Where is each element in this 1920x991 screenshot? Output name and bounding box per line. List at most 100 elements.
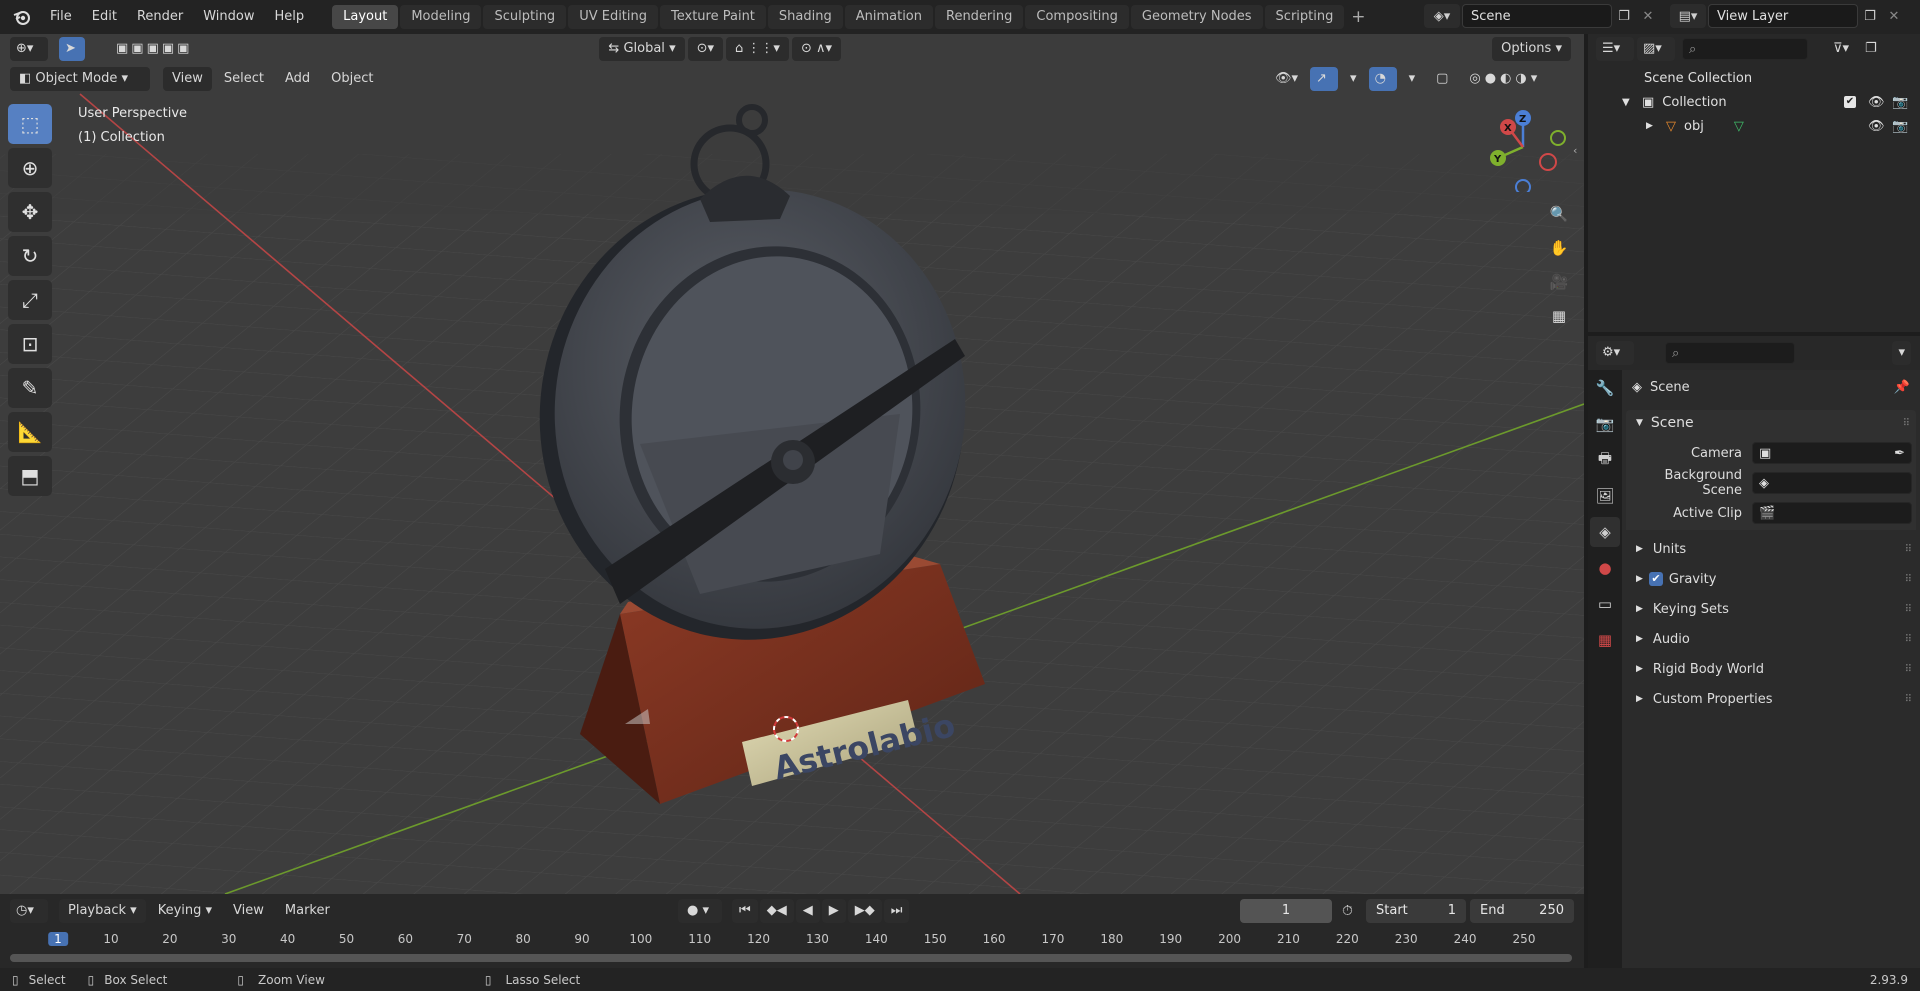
frame-ruler[interactable]: 1 10 20 30 40 50 60 70 80 90 100 110 120 130 140 150 160… [0,928,1584,952]
menu-timeline-view[interactable]: View [224,899,273,923]
menu-playback[interactable]: Playback ▾ [59,899,146,923]
obj-render-camera-icon[interactable]: 📷 [1892,119,1908,134]
background-scene-field[interactable]: ◈ [1752,472,1912,494]
outliner-row-obj[interactable]: ▶ ▽ obj ▽ 👁 📷 [1588,114,1920,138]
new-view-layer-icon[interactable]: ❐ [1858,4,1882,28]
world-tab-icon[interactable]: ● [1590,553,1620,583]
gizmo-dropdown-icon[interactable]: ▾ [1341,67,1366,91]
output-tab-icon[interactable]: 🖶 [1590,445,1620,475]
measure-tool-icon[interactable]: 📐 [8,412,52,452]
overlays-dropdown-icon[interactable]: ▾ [1400,67,1425,91]
menu-view[interactable]: View [163,67,212,91]
select-mode-icon[interactable]: ➤ [59,37,85,61]
menu-window[interactable]: Window [193,0,264,34]
expand-arrow-icon[interactable]: ▶ [1646,121,1660,131]
add-workspace-button[interactable]: + [1346,5,1370,29]
timeline-editor-type-icon[interactable]: ◷▾ [10,899,48,923]
menu-render[interactable]: Render [127,0,193,34]
texture-tab-icon[interactable]: ▦ [1590,625,1620,655]
custom-properties-drag-handle-icon[interactable]: ⠿ [1905,694,1912,705]
scene-name-field[interactable]: Scene [1462,4,1612,28]
transform-tool-icon[interactable]: ⊡ [8,324,52,364]
tab-compositing[interactable]: Compositing [1025,5,1129,29]
units-panel-header[interactable]: ▶ Units ⠿ [1622,536,1920,562]
eyedropper-icon[interactable]: ✒ [1894,446,1905,461]
cursor-tool-icon[interactable]: ⊕ [8,148,52,188]
move-tool-icon[interactable]: ✥ [8,192,52,232]
editor-type-icon[interactable]: ⊕▾ [10,37,48,61]
custom-properties-panel-header[interactable]: ▶ Custom Properties ⠿ [1622,686,1920,712]
pin-icon[interactable]: 📌 [1894,380,1910,395]
menu-file[interactable]: File [40,0,82,34]
menu-select[interactable]: Select [215,67,273,91]
end-frame-field[interactable]: End 250 [1470,899,1574,923]
obj-hide-eye-icon[interactable]: 👁 [1868,119,1885,134]
view-layer-name-field[interactable]: View Layer [1708,4,1858,28]
jump-start-icon[interactable]: ⏮ [732,899,758,923]
perspective-toggle-icon[interactable]: ▦ [1545,302,1573,330]
tab-modeling[interactable]: Modeling [400,5,482,29]
exclude-checkbox[interactable]: ✔ [1844,96,1856,108]
snap-icon[interactable]: ⌂ ⋮⋮▾ [726,37,789,61]
audio-panel-header[interactable]: ▶ Audio ⠿ [1622,626,1920,652]
camera-field[interactable]: ▣ ✒ [1752,442,1912,464]
rotate-tool-icon[interactable]: ↻ [8,236,52,276]
tab-sculpting[interactable]: Sculpting [483,5,567,29]
menu-keying[interactable]: Keying ▾ [149,899,221,923]
auto-keying-icon[interactable]: ● ▾ [678,899,722,923]
next-keyframe-icon[interactable]: ▶◆ [847,899,882,923]
menu-object[interactable]: Object [322,67,382,91]
mesh-data-icon[interactable]: ▽ [1734,119,1744,134]
navigation-gizmo[interactable]: Z Y X [1478,102,1568,192]
start-frame-field[interactable]: Start 1 [1366,899,1466,923]
tab-uv-editing[interactable]: UV Editing [568,5,659,29]
camera-view-icon[interactable]: 🎥 [1545,268,1573,296]
collapse-arrow-icon[interactable]: ▼ [1622,97,1638,108]
gravity-panel-header[interactable]: ▶ ✔ Gravity ⠿ [1622,566,1920,592]
tab-geometry-nodes[interactable]: Geometry Nodes [1130,5,1263,29]
units-drag-handle-icon[interactable]: ⠿ [1905,544,1912,555]
new-scene-icon[interactable]: ❐ [1612,4,1636,28]
menu-marker[interactable]: Marker [276,899,339,923]
rigid-body-drag-handle-icon[interactable]: ⠿ [1905,664,1912,675]
outliner-row-collection[interactable]: ▼ ▣ Collection ✔ 👁 📷 [1588,90,1920,114]
collection-tab-icon[interactable]: ▭ [1590,589,1620,619]
blender-logo-icon[interactable] [10,5,34,29]
scale-tool-icon[interactable]: ⤢ [8,280,52,320]
outliner-row-scene-collection[interactable]: Scene Collection [1588,66,1920,90]
gizmo-toggle-icon[interactable]: ↗ [1310,67,1339,91]
pivot-point-icon[interactable]: ⊙▾ [687,37,724,61]
object-mode-dropdown[interactable]: ◧ Object Mode ▾ [10,67,150,91]
jump-end-icon[interactable]: ⏭ [883,899,910,923]
keying-sets-drag-handle-icon[interactable]: ⠿ [1905,604,1912,615]
tab-animation[interactable]: Animation [844,5,933,29]
audio-drag-handle-icon[interactable]: ⠿ [1905,634,1912,645]
pan-hand-icon[interactable]: ✋ [1545,234,1573,262]
visibility-icon[interactable]: 👁▾ [1266,67,1307,91]
zoom-icon[interactable]: 🔍 [1545,200,1573,228]
scene-tab-icon[interactable]: ◈ [1590,517,1620,547]
outliner-editor-type-icon[interactable]: ☰▾ [1596,37,1634,61]
shading-mode-icons[interactable]: ◎●◐◑▾ [1460,67,1550,91]
overlays-toggle-icon[interactable]: ◔ [1368,67,1397,91]
menu-edit[interactable]: Edit [82,0,127,34]
menu-add[interactable]: Add [276,67,319,91]
playhead-frame-indicator[interactable]: 1 [48,932,68,946]
add-cube-tool-icon[interactable]: ⬒ [8,456,52,496]
tab-rendering[interactable]: Rendering [935,5,1024,29]
select-box-tool-icon[interactable]: ⬚ [8,104,52,144]
view-layer-browse-icon[interactable]: ▤▾ [1670,4,1706,28]
drag-handle-icon[interactable]: ⠿ [1903,418,1910,429]
properties-editor-type-icon[interactable]: ⚙▾ [1596,341,1634,365]
scene-panel-header[interactable]: ▼ Scene ⠿ [1626,410,1916,436]
sidebar-toggle-chevron-icon[interactable]: ‹ [1573,144,1577,157]
view-layer-tab-icon[interactable]: 🖼 [1590,481,1620,511]
active-clip-field[interactable]: 🎬 [1752,502,1912,524]
options-dropdown[interactable]: Options ▾ [1492,37,1571,61]
xray-toggle-icon[interactable]: ▢ [1427,67,1457,91]
transform-orientation-dropdown[interactable]: ⇆ Global ▾ [599,37,685,61]
tab-layout[interactable]: Layout [332,5,399,29]
proportional-editing-icon[interactable]: ⊙ ∧▾ [791,37,842,61]
filter-icon[interactable]: ⊽▾ [1824,37,1858,61]
new-collection-icon[interactable]: ❐ [1861,37,1881,61]
